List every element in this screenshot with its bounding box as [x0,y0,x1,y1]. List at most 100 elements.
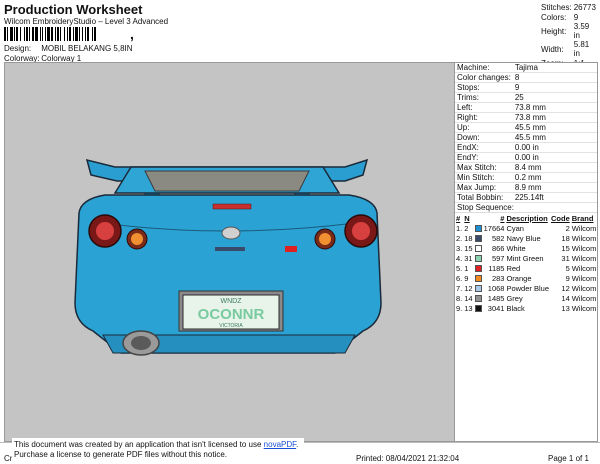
plate-main-text: OCONNR [198,306,265,323]
color-swatch-cell [474,283,483,293]
row-number: 6. [456,273,463,283]
sequence-row: 8. 14 1485 Grey 14 Wilcom [455,293,597,303]
color-swatch-cell [474,303,483,313]
info-value: 0.00 in [512,152,597,163]
info-value: 8 [512,72,597,83]
color-swatch-cell [474,293,483,303]
info-value: Tajima [512,63,597,73]
color-swatch-cell [474,243,483,253]
needle-number: 31 [464,253,473,263]
info-value: 9 [512,82,597,93]
info-row: Trims: 25 [455,92,597,103]
stitch-count: 3041 [487,303,505,313]
col-stitches: # [500,213,505,223]
info-panel: Machine: Tajima Color changes: 8 Stops: 9 T… [455,62,598,442]
thread-brand: Wilcom [571,223,597,233]
stitch-count: 1485 [487,293,505,303]
row-number: 4. [456,253,463,263]
info-value: 0.2 mm [512,172,597,183]
notice-period: . [296,440,299,449]
notice-line-1: This document was created by an applicat… [14,440,302,450]
novapdf-link[interactable]: novaPDF [264,440,296,449]
color-swatch-cell [474,273,483,283]
plate-top-text: WNDZ [221,298,243,305]
thread-brand: Wilcom [571,253,597,263]
info-row: Left: 73.8 mm [455,102,597,113]
color-swatch [474,295,482,303]
info-row: Right: 73.8 mm [455,112,597,123]
info-label: Total Bobbin: [455,192,513,203]
info-label: EndX: [455,142,513,153]
color-code: 5 [565,263,570,273]
stat-label: Colors: [541,12,567,22]
color-swatch [474,245,482,253]
page-title: Production Worksheet [4,2,143,17]
stitch-count: 597 [491,253,505,263]
printed-timestamp: Printed: 08/04/2021 21:32:04 [356,454,460,463]
sequence-row: 6. 9 283 Orange 9 Wilcom [455,273,597,283]
color-description: Cyan [506,223,524,233]
sequence-row: 1. 2 17664 Cyan 2 Wilcom [455,223,597,233]
info-label: Left: [455,102,513,113]
stat-value: 26773 [573,2,596,12]
software-name: Wilcom EmbroideryStudio – Level 3 Advanc… [4,17,169,26]
info-row: Min Stitch: 0.2 mm [455,172,597,183]
design-label: Design: [4,44,32,53]
design-preview: WNDZ OCONNR VICTORIA [4,62,455,442]
stitch-count: 582 [491,233,505,243]
info-row: Total Bobbin: 225.14ft [455,192,597,203]
stitch-count: 283 [491,273,505,283]
notice-text: This document was created by an applicat… [14,440,264,449]
color-swatch-cell [474,223,483,233]
info-label: EndY: [455,152,513,163]
row-number: 8. [456,293,463,303]
info-label: Max Stitch: [455,162,513,173]
color-swatch [474,265,482,273]
info-label: Down: [455,132,513,143]
stat-value: 3.59 in [573,22,590,40]
col-n: N [464,213,470,223]
col-num: # [456,213,461,223]
stat-value: 5.81 in [573,40,590,58]
row-number: 1. [456,223,463,233]
sequence-row: 9. 13 3041 Black 13 Wilcom [455,303,597,313]
sequence-row: 4. 31 597 Mint Green 31 Wilcom [455,253,597,263]
stop-sequence-table: # N # Description Code Brand 1. 2 17664 Cya… [455,213,597,313]
row-number: 3. [456,243,463,253]
sequence-row: 3. 15 866 White 15 Wilcom [455,243,597,253]
info-value: 73.8 mm [512,112,597,123]
barcode-tail: , [130,26,134,42]
color-swatch-cell [474,253,483,263]
color-code: 31 [561,253,570,263]
needle-number: 2 [464,223,469,233]
license-notice: This document was created by an applicat… [12,438,304,462]
color-swatch [474,225,482,233]
color-description: Powder Blue [506,283,549,293]
color-description: Grey [506,293,523,303]
color-swatch-cell [474,233,483,243]
stat-row: Stitches: 26773 [540,2,598,12]
info-row: Up: 45.5 mm [455,122,597,133]
thread-brand: Wilcom [571,263,597,273]
needle-number: 12 [464,283,473,293]
sequence-row: 2. 18 582 Navy Blue 18 Wilcom [455,233,597,243]
stat-label: Width: [541,44,564,54]
design-stats: Stitches: 26773 Colors: 9 Height: 3.59 in W… [540,2,598,68]
info-label: Max Jump: [455,182,513,193]
color-description: Black [506,303,525,313]
info-value: 0.00 in [512,142,597,153]
needle-number: 9 [464,273,469,283]
stat-row: Height: 3.59 in [540,22,598,40]
thread-brand: Wilcom [571,273,597,283]
info-label: Stops: [455,82,513,93]
info-row: Stops: 9 [455,82,597,93]
color-code: 12 [561,283,570,293]
color-swatch [474,275,482,283]
color-description: Navy Blue [506,233,541,243]
col-color [474,213,483,223]
info-row: Machine: Tajima [455,63,597,73]
col-code: Code [551,213,570,223]
info-label: Machine: [455,63,513,73]
color-code: 13 [561,303,570,313]
page-number: Page 1 of 1 [548,454,589,463]
